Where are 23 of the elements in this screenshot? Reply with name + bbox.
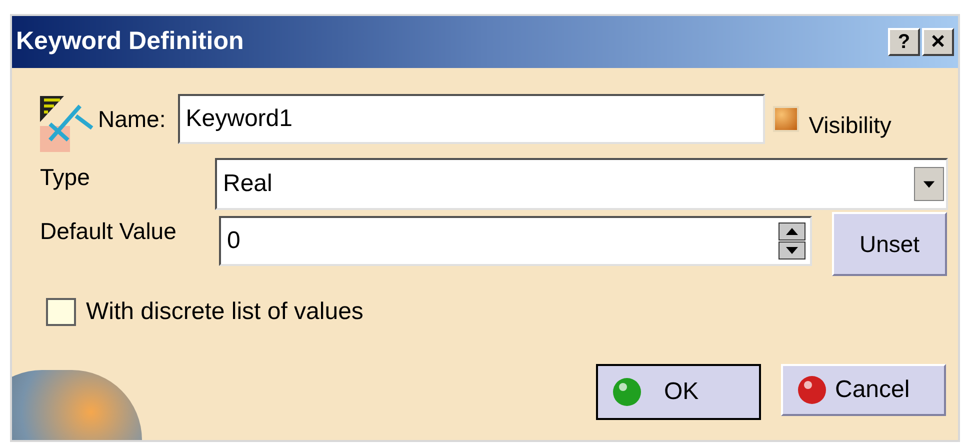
close-button[interactable]: ×: [922, 28, 954, 56]
name-label: Name:: [98, 105, 166, 134]
unset-button[interactable]: Unset: [832, 212, 947, 276]
default-value-text: 0: [227, 226, 240, 256]
visibility-label: Visibility: [808, 111, 892, 140]
type-label: Type: [40, 163, 91, 192]
spin-arrows-icon[interactable]: [778, 222, 806, 260]
ok-button[interactable]: OK: [596, 364, 761, 420]
help-button[interactable]: ?: [888, 28, 920, 56]
ball-icon: [612, 377, 642, 407]
name-value: Keyword1: [186, 104, 292, 134]
keyword-icon: [40, 96, 96, 152]
type-value: Real: [223, 169, 274, 199]
name-field[interactable]: Keyword1: [178, 94, 765, 144]
discrete-list-label: With discrete list of values: [86, 297, 364, 327]
default-value-label: Default Value: [40, 217, 178, 246]
default-value-spinner[interactable]: 0: [219, 216, 812, 266]
ball-icon: [797, 375, 827, 405]
visibility-checkbox[interactable]: [772, 106, 799, 132]
type-dropdown[interactable]: Real: [215, 158, 948, 210]
window-title: Keyword Definition: [16, 26, 245, 58]
cancel-button[interactable]: Cancel: [781, 364, 946, 416]
discrete-list-checkbox[interactable]: [46, 298, 76, 326]
